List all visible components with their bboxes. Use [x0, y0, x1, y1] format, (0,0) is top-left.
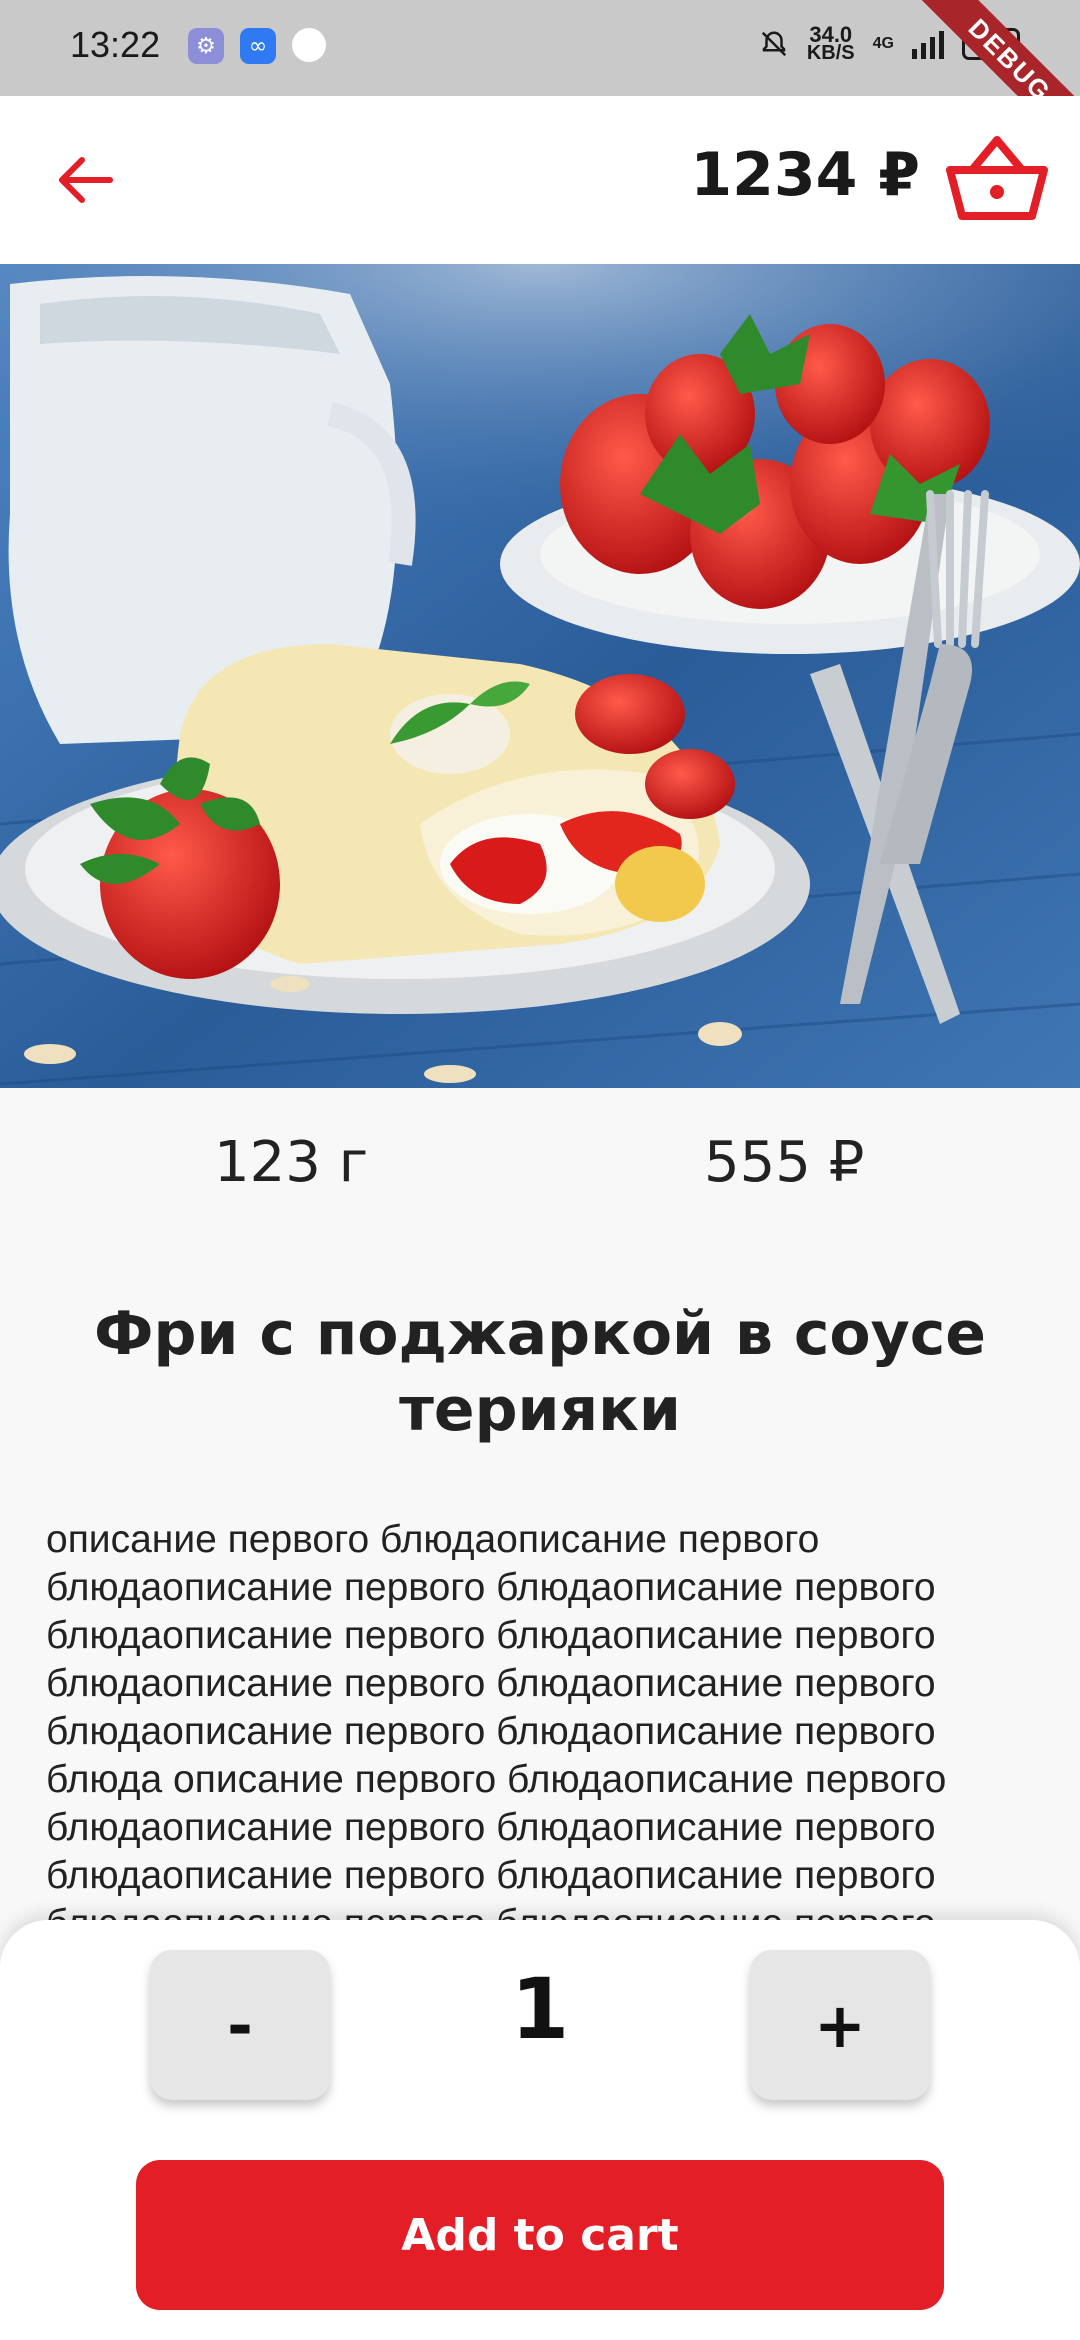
basket-icon	[946, 136, 1048, 220]
signal-icon	[912, 29, 944, 59]
settings-notification-icon: ⚙	[188, 28, 224, 64]
bell-off-icon	[761, 31, 786, 57]
add-to-cart-sheet: - 1 + Add to cart	[0, 1920, 1080, 2340]
infinity-app-notification-icon: ∞	[240, 28, 276, 64]
app-notification-icon	[292, 28, 326, 62]
quantity-value: 1	[510, 1960, 570, 2058]
network-type: 4G	[872, 35, 894, 52]
increase-quantity-button[interactable]: +	[750, 1950, 930, 2100]
add-to-cart-button[interactable]: Add to cart	[136, 2160, 944, 2310]
speed-unit: KB/S	[806, 42, 855, 64]
cart-total: 1234 ₽	[690, 140, 920, 210]
product-price: 555 ₽	[704, 1130, 865, 1195]
product-description: описание первого блюдаописание первого б…	[46, 1518, 947, 1926]
status-time: 13:22	[70, 24, 161, 65]
product-stats: 123 г 555 ₽	[0, 1130, 1080, 1210]
network-speed: 34.0 KB/S	[806, 24, 855, 64]
status-bar: 13:22 ⚙ ∞ 34.0 KB/S 4G 100 DEBUG	[0, 0, 1080, 174]
product-weight: 123 г	[214, 1130, 369, 1195]
product-title: Фри с поджаркой в соусе терияки	[93, 1299, 986, 1445]
back-button[interactable]	[48, 140, 128, 220]
arrow-left-icon	[59, 157, 113, 203]
product-image	[0, 264, 1080, 1088]
app-bar: 1234 ₽	[0, 96, 1080, 264]
decrease-quantity-button[interactable]: -	[150, 1950, 330, 2100]
cart-button[interactable]	[942, 128, 1052, 228]
